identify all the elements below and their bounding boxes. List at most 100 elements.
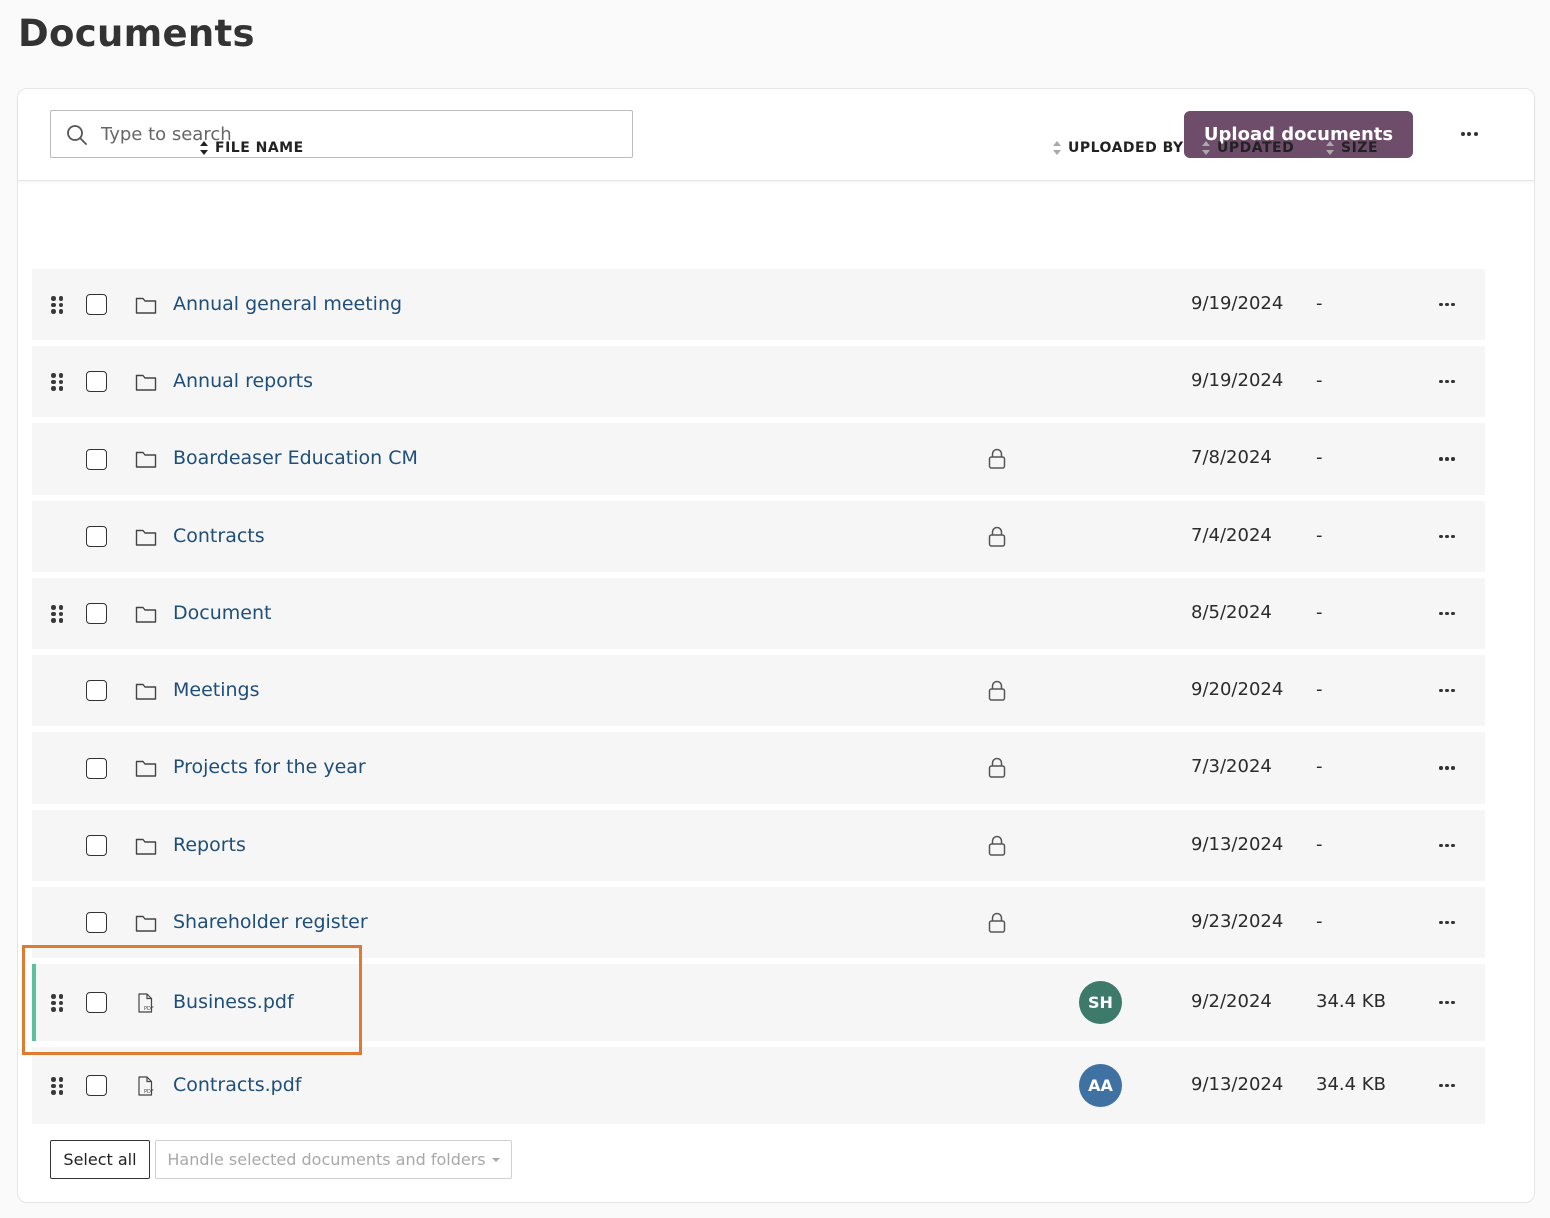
table-row[interactable]: Meetings 9/20/2024 - bbox=[32, 655, 1485, 726]
updated-date: 7/4/2024 bbox=[1191, 524, 1272, 546]
row-checkbox[interactable] bbox=[86, 526, 107, 547]
column-label: SIZE bbox=[1341, 140, 1379, 156]
table-row[interactable]: PDF Contracts.pdf AA 9/13/2024 34.4 KB bbox=[32, 1047, 1485, 1124]
drag-handle-icon[interactable] bbox=[51, 373, 63, 391]
file-name-link[interactable]: Boardeaser Education CM bbox=[173, 447, 418, 469]
row-more-button[interactable] bbox=[1436, 377, 1458, 387]
updated-date: 9/20/2024 bbox=[1191, 678, 1284, 700]
more-horizontal-icon bbox=[1439, 1000, 1455, 1005]
row-checkbox[interactable] bbox=[86, 757, 107, 779]
row-checkbox[interactable] bbox=[86, 912, 107, 933]
updated-date: 9/23/2024 bbox=[1191, 910, 1284, 932]
file-name-link[interactable]: Document bbox=[173, 602, 271, 624]
file-size: - bbox=[1316, 756, 1323, 777]
table-row[interactable]: Contracts 7/4/2024 - bbox=[32, 501, 1485, 572]
file-name-link[interactable]: Annual reports bbox=[173, 370, 313, 392]
file-name-link[interactable]: Annual general meeting bbox=[173, 293, 402, 315]
more-horizontal-icon bbox=[1439, 457, 1455, 461]
row-checkbox[interactable] bbox=[86, 680, 107, 701]
column-header-updated[interactable]: UPDATED bbox=[1201, 139, 1294, 157]
updated-date: 9/19/2024 bbox=[1191, 369, 1284, 391]
table-row[interactable]: Shareholder register 9/23/2024 - bbox=[32, 887, 1485, 958]
file-name-link[interactable]: Reports bbox=[173, 834, 246, 856]
file-name-link[interactable]: Contracts bbox=[173, 525, 265, 547]
more-horizontal-icon bbox=[1460, 132, 1478, 136]
avatar: AA bbox=[1079, 1064, 1122, 1107]
table-row[interactable]: Boardeaser Education CM 7/8/2024 - bbox=[32, 423, 1485, 495]
table-row[interactable]: Annual reports 9/19/2024 - bbox=[32, 346, 1485, 417]
row-checkbox[interactable] bbox=[86, 603, 107, 624]
more-horizontal-icon bbox=[1439, 379, 1455, 384]
drag-handle-icon[interactable] bbox=[51, 994, 63, 1012]
file-name-link[interactable]: Contracts.pdf bbox=[173, 1074, 301, 1096]
search-icon bbox=[67, 125, 87, 145]
row-more-button[interactable] bbox=[1436, 998, 1458, 1008]
table-row[interactable]: Annual general meeting 9/19/2024 - bbox=[32, 269, 1485, 340]
column-header-size[interactable]: SIZE bbox=[1325, 139, 1378, 157]
updated-date: 7/3/2024 bbox=[1191, 756, 1272, 777]
folder-icon bbox=[135, 604, 157, 624]
table-row[interactable]: Reports 9/13/2024 - bbox=[32, 810, 1485, 881]
toolbar: Upload documents bbox=[18, 89, 1534, 181]
updated-date: 9/13/2024 bbox=[1191, 1073, 1284, 1095]
file-size: - bbox=[1316, 910, 1323, 932]
search-box[interactable] bbox=[50, 110, 633, 158]
row-more-button[interactable] bbox=[1436, 763, 1458, 773]
table-row[interactable]: PDF Business.pdf SH 9/2/2024 34.4 KB bbox=[32, 964, 1485, 1041]
file-name-link[interactable]: Meetings bbox=[173, 679, 260, 701]
file-name-link[interactable]: Projects for the year bbox=[173, 756, 366, 778]
column-header-file-name[interactable]: FILE NAME bbox=[199, 139, 304, 157]
file-size: 34.4 KB bbox=[1316, 1073, 1386, 1095]
row-checkbox[interactable] bbox=[86, 448, 107, 470]
lock-icon bbox=[988, 448, 1006, 470]
column-header-uploaded-by[interactable]: UPLOADED BY bbox=[1052, 139, 1184, 157]
folder-icon bbox=[135, 372, 157, 392]
row-more-button[interactable] bbox=[1436, 1081, 1458, 1091]
file-size: - bbox=[1316, 447, 1323, 468]
file-size: - bbox=[1316, 292, 1323, 314]
folder-icon bbox=[135, 295, 157, 315]
handle-selected-label: Handle selected documents and folders bbox=[167, 1150, 486, 1169]
folder-icon bbox=[135, 449, 157, 469]
folder-icon bbox=[135, 681, 157, 701]
lock-icon bbox=[988, 835, 1006, 857]
drag-handle-icon[interactable] bbox=[51, 1077, 63, 1095]
file-name-link[interactable]: Business.pdf bbox=[173, 991, 294, 1013]
drag-handle-icon[interactable] bbox=[51, 605, 63, 623]
more-horizontal-icon bbox=[1439, 302, 1455, 307]
row-checkbox[interactable] bbox=[86, 835, 107, 856]
row-more-button[interactable] bbox=[1436, 532, 1458, 542]
row-more-button[interactable] bbox=[1436, 454, 1458, 464]
table-row[interactable]: Projects for the year 7/3/2024 - bbox=[32, 732, 1485, 804]
search-input[interactable] bbox=[101, 119, 621, 149]
folder-icon bbox=[135, 836, 157, 856]
row-more-button[interactable] bbox=[1436, 841, 1458, 851]
row-checkbox[interactable] bbox=[86, 371, 107, 392]
sort-icon bbox=[200, 141, 208, 155]
table-row[interactable]: Document 8/5/2024 - bbox=[32, 578, 1485, 649]
file-size: - bbox=[1316, 678, 1323, 700]
row-checkbox[interactable] bbox=[86, 1075, 107, 1096]
file-size: - bbox=[1316, 601, 1323, 623]
more-horizontal-icon bbox=[1439, 1083, 1455, 1088]
pdf-file-icon: PDF bbox=[135, 1075, 157, 1096]
drag-handle-icon[interactable] bbox=[51, 296, 63, 314]
more-horizontal-icon bbox=[1439, 688, 1455, 693]
row-checkbox[interactable] bbox=[86, 294, 107, 315]
lock-icon bbox=[988, 912, 1006, 934]
sort-icon bbox=[1053, 141, 1061, 155]
row-more-button[interactable] bbox=[1436, 686, 1458, 696]
svg-text:PDF: PDF bbox=[144, 1089, 154, 1095]
more-horizontal-icon bbox=[1439, 611, 1455, 616]
file-name-link[interactable]: Shareholder register bbox=[173, 911, 368, 933]
handle-selected-dropdown[interactable]: Handle selected documents and folders bbox=[155, 1140, 512, 1179]
row-more-button[interactable] bbox=[1436, 609, 1458, 619]
column-label: UPLOADED BY bbox=[1068, 140, 1184, 156]
row-more-button[interactable] bbox=[1436, 918, 1458, 928]
updated-date: 8/5/2024 bbox=[1191, 601, 1272, 623]
select-all-button[interactable]: Select all bbox=[50, 1140, 150, 1179]
row-more-button[interactable] bbox=[1436, 300, 1458, 310]
row-checkbox[interactable] bbox=[86, 992, 107, 1013]
more-options-button[interactable] bbox=[1454, 121, 1484, 147]
pdf-file-icon: PDF bbox=[135, 992, 157, 1013]
